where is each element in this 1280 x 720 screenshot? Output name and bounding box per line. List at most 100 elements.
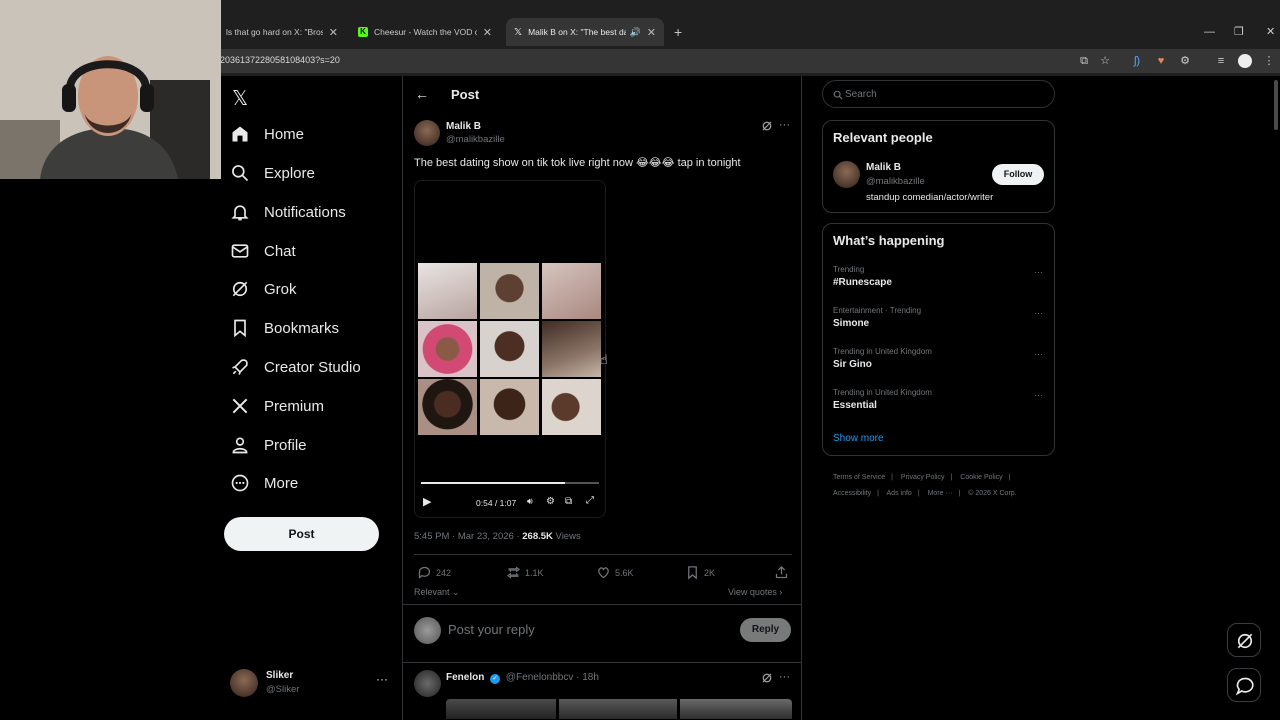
close-icon[interactable]: ✕ xyxy=(483,26,492,39)
nav-item-premium[interactable]: Premium xyxy=(230,391,324,421)
follow-button[interactable]: Follow xyxy=(992,164,1044,185)
bookmark-star-icon[interactable]: ☆ xyxy=(1098,54,1112,68)
chat-floating-button[interactable] xyxy=(1227,668,1261,702)
post-button[interactable]: Post xyxy=(224,517,379,551)
more-icon[interactable]: ··· xyxy=(1034,390,1043,400)
extension-audio-icon[interactable]: ʃ) xyxy=(1130,54,1144,68)
close-icon[interactable]: ✕ xyxy=(647,26,656,39)
url-text[interactable]: 2036137228058108403?s=20 xyxy=(220,55,340,65)
trend-item[interactable]: Entertainment · Trending Simone ··· xyxy=(833,306,1043,336)
nav-item-creator-studio[interactable]: Creator Studio xyxy=(230,352,361,382)
bookmark-action[interactable]: 2K xyxy=(685,565,715,580)
extension-icon[interactable]: ♥ xyxy=(1154,54,1168,68)
more-icon[interactable]: ··· xyxy=(1034,308,1043,318)
more-circle-icon xyxy=(231,474,249,492)
nav-item-home[interactable]: Home xyxy=(230,119,304,149)
nav-item-profile[interactable]: Profile xyxy=(230,430,307,460)
reply-media-image[interactable] xyxy=(446,699,556,719)
reply-button[interactable]: Reply xyxy=(740,618,791,642)
share-action[interactable] xyxy=(774,565,793,580)
author-name[interactable]: Malik B xyxy=(446,121,481,132)
media-control-icon[interactable]: ≡ xyxy=(1214,54,1228,68)
minimize-icon[interactable]: — xyxy=(1204,26,1215,38)
new-tab-button[interactable]: + xyxy=(666,18,686,46)
extensions-puzzle-icon[interactable]: ⚙ xyxy=(1178,54,1192,68)
grok-icon[interactable] xyxy=(761,672,773,684)
trend-item[interactable]: Trending in United Kingdom Sir Gino ··· xyxy=(833,347,1043,377)
restore-icon[interactable]: ❐ xyxy=(1234,25,1244,38)
person-name[interactable]: Malik B xyxy=(866,162,901,173)
grok-icon[interactable] xyxy=(761,120,773,132)
volume-icon[interactable]: 🔊︎ xyxy=(527,496,533,507)
profile-avatar-icon[interactable] xyxy=(1238,54,1252,68)
x-logo-icon[interactable]: 𝕏 xyxy=(232,86,248,111)
speaker-icon[interactable]: 🔊 xyxy=(630,27,641,38)
nav-item-notifications[interactable]: Notifications xyxy=(230,197,346,227)
mail-icon xyxy=(231,244,249,258)
install-app-icon[interactable]: ⧉ xyxy=(1077,54,1091,68)
nav-item-grok[interactable]: Grok xyxy=(230,274,297,304)
relevant-people-card: Relevant people Malik B @malikbazille st… xyxy=(822,120,1055,213)
ads-info-link[interactable]: Ads info xyxy=(887,490,912,497)
repost-action[interactable]: 1.1K xyxy=(506,565,544,580)
nav-item-chat[interactable]: Chat xyxy=(230,236,296,266)
privacy-link[interactable]: Privacy Policy xyxy=(901,474,945,481)
browser-tab-1[interactable]: ls that go hard on X: "Bros be ✕ xyxy=(218,18,346,46)
cookie-link[interactable]: Cookie Policy xyxy=(960,474,1002,481)
person-handle[interactable]: @malikbazille xyxy=(866,176,925,187)
terms-link[interactable]: Terms of Service xyxy=(833,474,885,481)
more-icon[interactable]: ··· xyxy=(1034,349,1043,359)
show-more-link[interactable]: Show more xyxy=(833,433,884,444)
address-bar[interactable]: 2036137228058108403?s=20 ⧉ ☆ ʃ) ♥ ⚙ ≡ ⋮ xyxy=(210,49,1280,73)
close-window-icon[interactable]: ✕ xyxy=(1266,25,1275,38)
more-icon[interactable]: ··· xyxy=(779,119,790,131)
main-column: ← Post Malik B @malikbazille ··· The bes… xyxy=(402,76,802,720)
video-progress-track[interactable] xyxy=(421,482,599,484)
avatar[interactable] xyxy=(414,120,440,146)
more-icon[interactable]: ··· xyxy=(779,671,790,683)
more-link[interactable]: More ··· xyxy=(928,490,953,497)
trend-item[interactable]: Trending in United Kingdom Essential ··· xyxy=(833,388,1043,418)
browser-tab-3[interactable]: 𝕏 Malik B on X: "The best dati 🔊 ✕ xyxy=(506,18,664,46)
avatar[interactable] xyxy=(414,670,441,697)
search-box[interactable]: Search xyxy=(822,80,1055,108)
reply-author-name[interactable]: Fenelon xyxy=(446,672,484,683)
close-icon[interactable]: ✕ xyxy=(329,26,338,39)
grok-floating-button[interactable] xyxy=(1227,623,1261,657)
author-handle[interactable]: @malikbazille xyxy=(446,134,505,145)
avatar[interactable] xyxy=(833,161,860,188)
more-icon[interactable]: ··· xyxy=(376,672,388,686)
trend-item[interactable]: Trending #Runescape ··· xyxy=(833,265,1043,295)
page-scrollbar-thumb[interactable] xyxy=(1274,80,1278,130)
accessibility-link[interactable]: Accessibility xyxy=(833,490,871,497)
search-input[interactable]: Search xyxy=(845,89,877,100)
reply-count: 242 xyxy=(436,567,452,578)
video-player[interactable]: ▶ 0:54 / 1:07 🔊︎ ⚙ ⧉ ⤢ xyxy=(414,180,606,518)
like-action[interactable]: 5.6K xyxy=(596,565,634,580)
browser-menu-icon[interactable]: ⋮ xyxy=(1262,54,1276,68)
tab-title: ls that go hard on X: "Bros be xyxy=(226,27,323,37)
pip-icon[interactable]: ⧉ xyxy=(565,496,572,507)
view-quotes-link[interactable]: View quotes › xyxy=(728,587,782,597)
reply-input[interactable]: Post your reply xyxy=(448,622,535,637)
reply-action[interactable]: 242 xyxy=(417,565,451,580)
nav-item-explore[interactable]: Explore xyxy=(230,158,315,188)
sort-dropdown[interactable]: Relevant ⌄ xyxy=(414,587,460,598)
reply-media-image[interactable] xyxy=(680,699,792,719)
more-icon[interactable]: ··· xyxy=(1034,267,1043,277)
person-bio: standup comedian/actor/writer xyxy=(866,192,994,203)
reply-media-image[interactable] xyxy=(559,699,677,719)
reply-author-handle[interactable]: @Fenelonbbcv xyxy=(506,672,573,683)
nav-item-more[interactable]: More xyxy=(230,468,298,498)
settings-icon[interactable]: ⚙ xyxy=(546,496,555,507)
account-switcher[interactable]: Sliker @Sliker ··· xyxy=(230,666,390,702)
browser-tab-2[interactable]: K Cheesur - Watch the VOD on K ✕ xyxy=(350,18,500,46)
nav-item-bookmarks[interactable]: Bookmarks xyxy=(230,313,339,343)
video-tile xyxy=(480,263,539,319)
back-arrow-icon[interactable]: ← xyxy=(415,86,429,102)
account-name: Sliker xyxy=(266,670,294,681)
play-icon[interactable]: ▶ xyxy=(423,495,431,508)
fullscreen-icon[interactable]: ⤢ xyxy=(586,495,594,506)
divider xyxy=(403,604,801,605)
video-progress-fill xyxy=(421,482,566,484)
